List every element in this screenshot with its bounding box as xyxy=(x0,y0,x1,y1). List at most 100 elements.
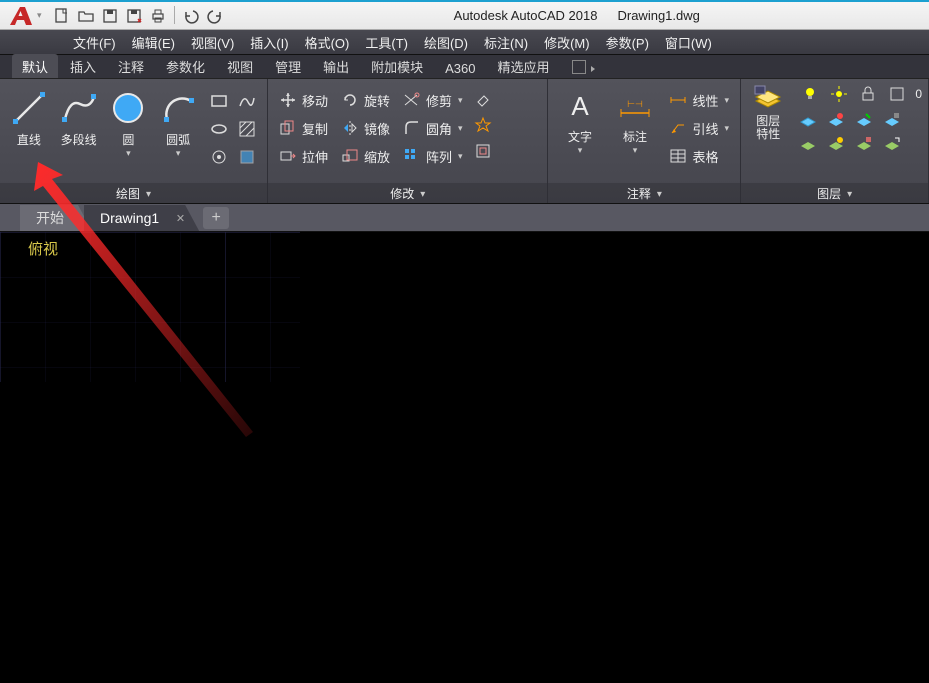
stretch-button[interactable]: 拉伸 xyxy=(278,143,328,169)
array-button[interactable]: 阵列▾ xyxy=(402,143,463,169)
menu-dimension[interactable]: 标注(N) xyxy=(476,30,536,54)
rectangle-icon[interactable] xyxy=(207,89,231,113)
ribbon-tab-default[interactable]: 默认 xyxy=(12,54,58,78)
viewport[interactable]: 俯视 xyxy=(0,232,929,683)
save-icon[interactable] xyxy=(100,6,120,26)
polyline-button[interactable]: 多段线 xyxy=(54,83,104,148)
ribbon-tab-expand-icon[interactable] xyxy=(572,60,586,74)
ribbon-tab-strip: 默认 插入 注释 参数化 视图 管理 输出 附加模块 A360 精选应用 xyxy=(0,55,929,79)
erase-icon[interactable] xyxy=(471,87,495,111)
ribbon-tab-featured[interactable]: 精选应用 xyxy=(488,54,560,78)
ribbon-tab-view[interactable]: 视图 xyxy=(217,54,263,78)
menu-insert[interactable]: 插入(I) xyxy=(242,30,296,54)
hatch-icon[interactable] xyxy=(235,117,259,141)
new-icon[interactable] xyxy=(52,6,72,26)
panel-layers-footer[interactable]: 图层 xyxy=(741,183,928,203)
table-icon xyxy=(668,146,688,166)
mirror-icon xyxy=(340,118,360,138)
tab-drawing1[interactable]: Drawing1 ✕ xyxy=(84,205,199,231)
layer-tool-1-icon[interactable] xyxy=(795,109,821,131)
circle-button[interactable]: 圆 ▾ xyxy=(104,83,154,159)
menu-format[interactable]: 格式(O) xyxy=(297,30,358,54)
ellipse-icon[interactable] xyxy=(207,117,231,141)
panel-annotation-footer[interactable]: 注释 xyxy=(548,183,740,203)
layer-tool-3-icon[interactable] xyxy=(851,109,877,131)
layer-properties-button[interactable]: 图层 特性 xyxy=(743,81,793,141)
panel-draw-footer[interactable]: 绘图 xyxy=(0,183,267,203)
linetype-button[interactable]: 线性▾ xyxy=(668,87,729,113)
menu-modify[interactable]: 修改(M) xyxy=(536,30,598,54)
ribbon-tab-manage[interactable]: 管理 xyxy=(265,54,311,78)
line-label: 直线 xyxy=(17,131,41,148)
undo-icon[interactable] xyxy=(181,6,201,26)
ribbon-tab-output[interactable]: 输出 xyxy=(313,54,359,78)
spline-icon[interactable] xyxy=(235,89,259,113)
mirror-button[interactable]: 镜像 xyxy=(340,115,390,141)
leader-button[interactable]: 引线▾ xyxy=(668,115,729,141)
offset-icon[interactable] xyxy=(471,139,495,163)
trim-button[interactable]: 修剪▾ xyxy=(402,87,463,113)
lightbulb-icon[interactable] xyxy=(797,83,823,105)
layer-tool-5-icon[interactable] xyxy=(795,133,821,155)
file-name: Drawing1.dwg xyxy=(617,8,699,23)
menu-view[interactable]: 视图(V) xyxy=(183,30,242,54)
scale-icon xyxy=(340,146,360,166)
move-icon xyxy=(278,90,298,110)
layer-tools-grid xyxy=(793,107,926,155)
explode-icon[interactable] xyxy=(471,113,495,137)
region-icon[interactable] xyxy=(235,145,259,169)
layer-tool-8-icon[interactable] xyxy=(879,133,905,155)
new-tab-button[interactable]: + xyxy=(203,207,229,229)
panel-modify-footer[interactable]: 修改 xyxy=(268,183,547,203)
ribbon-tab-addins[interactable]: 附加模块 xyxy=(361,54,433,78)
rotate-button[interactable]: 旋转 xyxy=(340,87,390,113)
ribbon-tab-parametric[interactable]: 参数化 xyxy=(156,54,215,78)
point-icon[interactable] xyxy=(207,145,231,169)
layer-tool-6-icon[interactable] xyxy=(823,133,849,155)
layer-zero-label: 0 xyxy=(915,87,922,101)
ribbon-tab-annotate[interactable]: 注释 xyxy=(108,54,154,78)
drawing-tab-bar: 开始 Drawing1 ✕ + xyxy=(0,204,929,232)
layer-tool-7-icon[interactable] xyxy=(851,133,877,155)
open-icon[interactable] xyxy=(76,6,96,26)
menu-window[interactable]: 窗口(W) xyxy=(657,30,720,54)
plot-icon[interactable] xyxy=(884,83,910,105)
table-button[interactable]: 表格 xyxy=(668,143,729,169)
trim-icon xyxy=(402,90,422,110)
autocad-logo[interactable] xyxy=(6,4,36,28)
layer-tool-2-icon[interactable] xyxy=(823,109,849,131)
ribbon-tab-a360[interactable]: A360 xyxy=(435,58,485,78)
tab-start[interactable]: 开始 xyxy=(20,205,92,231)
menu-draw[interactable]: 绘图(D) xyxy=(416,30,476,54)
print-icon[interactable] xyxy=(148,6,168,26)
saveas-icon[interactable] xyxy=(124,6,144,26)
panel-modify: 移动 复制 拉伸 旋转 镜像 缩放 修剪▾ 圆角▾ 阵列▾ 修改 xyxy=(268,79,548,203)
fillet-button[interactable]: 圆角▾ xyxy=(402,115,463,141)
menu-file[interactable]: 文件(F) xyxy=(65,30,124,54)
ribbon-tab-insert[interactable]: 插入 xyxy=(60,54,106,78)
copy-button[interactable]: 复制 xyxy=(278,115,328,141)
scale-button[interactable]: 缩放 xyxy=(340,143,390,169)
dimension-button[interactable]: ⊢⊣ 标注 ▾ xyxy=(607,83,662,156)
stretch-icon xyxy=(278,146,298,166)
move-button[interactable]: 移动 xyxy=(278,87,328,113)
app-name: Autodesk AutoCAD 2018 xyxy=(454,8,598,23)
lock-icon[interactable] xyxy=(855,83,881,105)
text-button[interactable]: A 文字 ▾ xyxy=(552,83,607,156)
panel-annotation: A 文字 ▾ ⊢⊣ 标注 ▾ 线性▾ 引线▾ 表格 注释 xyxy=(548,79,741,203)
view-orientation-label[interactable]: 俯视 xyxy=(28,238,58,259)
redo-icon[interactable] xyxy=(205,6,225,26)
polyline-label: 多段线 xyxy=(61,131,97,148)
menu-tools[interactable]: 工具(T) xyxy=(357,30,416,54)
arc-button[interactable]: 圆弧 ▾ xyxy=(153,83,203,159)
title-bar: ▾ Autodesk AutoCAD 2018 Drawing1.dwg xyxy=(0,0,929,30)
circle-icon xyxy=(107,87,149,129)
ribbon: 直线 多段线 圆 ▾ 圆弧 ▾ xyxy=(0,79,929,204)
layer-tool-4-icon[interactable] xyxy=(879,109,905,131)
line-button[interactable]: 直线 xyxy=(4,83,54,148)
menu-parametric[interactable]: 参数(P) xyxy=(598,30,657,54)
sun-icon[interactable] xyxy=(826,83,852,105)
close-icon[interactable]: ✕ xyxy=(176,212,185,225)
panel-draw: 直线 多段线 圆 ▾ 圆弧 ▾ xyxy=(0,79,268,203)
menu-edit[interactable]: 编辑(E) xyxy=(124,30,183,54)
